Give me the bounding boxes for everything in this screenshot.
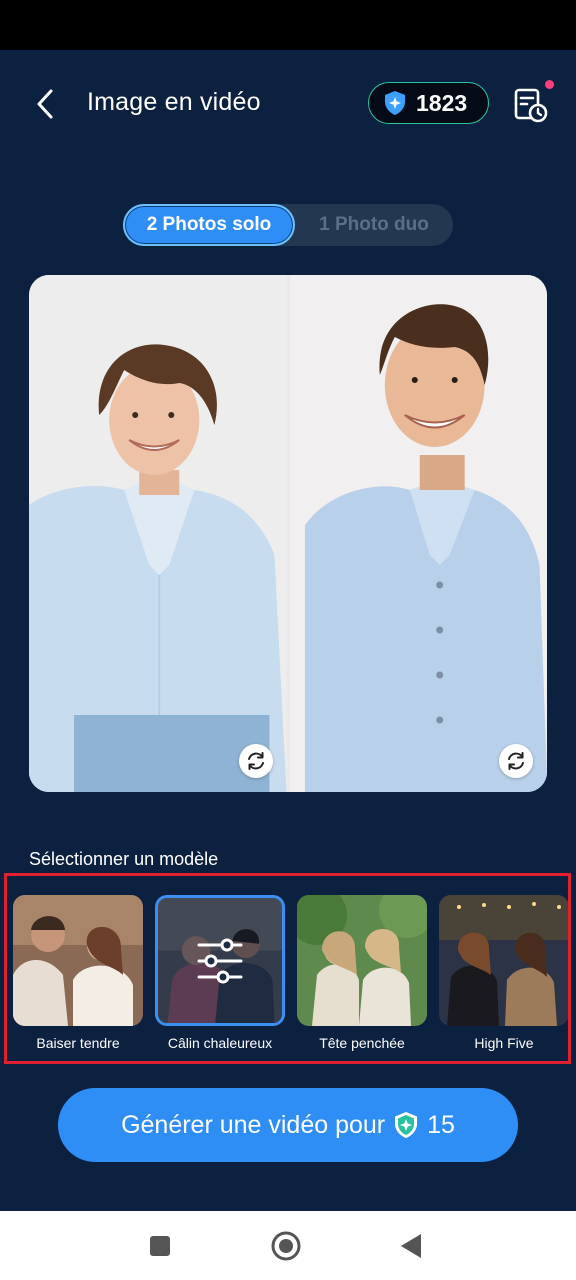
- circle-home-icon: [271, 1231, 301, 1261]
- couple-kiss-thumbnail: [13, 895, 143, 1026]
- credits-badge[interactable]: 1823: [368, 82, 489, 124]
- template-thumbnail: [439, 895, 568, 1026]
- task-history-icon: [514, 88, 548, 123]
- triangle-back-icon: [401, 1234, 421, 1258]
- man-portrait-image: [289, 275, 547, 792]
- template-label: Baiser tendre: [36, 1035, 120, 1051]
- notification-dot: [545, 80, 554, 89]
- app-header: Image en vidéo 1823: [0, 50, 576, 160]
- template-section-label: Sélectionner un modèle: [29, 849, 219, 869]
- template-label: High Five: [474, 1035, 534, 1051]
- credits-count: 1823: [416, 89, 468, 116]
- adjust-sliders-icon: [197, 938, 243, 983]
- generate-cost: 15: [427, 1110, 455, 1139]
- template-thumbnail: [155, 895, 285, 1026]
- selected-overlay: [158, 898, 282, 1023]
- friends-night-street-thumbnail: [439, 895, 568, 1026]
- home-button[interactable]: [269, 1229, 303, 1263]
- replace-photo-right-button[interactable]: [499, 744, 533, 778]
- refresh-icon: [508, 752, 524, 770]
- square-icon: [150, 1236, 170, 1256]
- page-title: Image en vidéo: [87, 88, 261, 116]
- recent-apps-button[interactable]: [143, 1229, 177, 1263]
- photo-upload-area: [29, 275, 547, 792]
- back-nav-button[interactable]: [394, 1229, 428, 1263]
- refresh-icon: [247, 752, 264, 770]
- photo-slot-left[interactable]: [29, 275, 287, 792]
- mode-toggle: 2 Photos solo 1 Photo duo: [123, 204, 453, 246]
- template-label: Câlin chaleureux: [167, 1035, 273, 1051]
- template-tete-penchee[interactable]: Tête penchée: [297, 895, 427, 1051]
- shield-credit-icon: [385, 91, 405, 115]
- photo-slot-right[interactable]: [289, 275, 547, 792]
- back-button[interactable]: [28, 86, 62, 122]
- shield-credit-icon: [395, 1112, 418, 1138]
- status-bar: [0, 0, 576, 50]
- replace-photo-left-button[interactable]: [238, 744, 273, 778]
- template-carousel[interactable]: Baiser tendre Câlin chaleureux Tête penc…: [4, 873, 571, 1064]
- friends-lean-thumbnail: [297, 895, 427, 1026]
- chevron-left-icon: [37, 89, 53, 119]
- tab-two-solo-photos[interactable]: 2 Photos solo: [123, 204, 295, 246]
- template-label: Tête penchée: [319, 1035, 405, 1051]
- generate-video-button[interactable]: Générer une vidéo pour 15: [58, 1088, 518, 1162]
- template-thumbnail: [297, 895, 427, 1026]
- generate-video-label: Générer une vidéo pour: [121, 1110, 386, 1139]
- template-baiser-tendre[interactable]: Baiser tendre: [13, 895, 143, 1051]
- tab-one-duo-photo[interactable]: 1 Photo duo: [295, 204, 453, 246]
- template-high-five[interactable]: High Five: [439, 895, 568, 1051]
- template-thumbnail: [13, 895, 143, 1026]
- system-navigation-bar: [0, 1211, 576, 1280]
- history-button[interactable]: [512, 80, 554, 124]
- woman-portrait-image: [29, 275, 287, 792]
- template-calin-chaleureux[interactable]: Câlin chaleureux: [155, 895, 285, 1051]
